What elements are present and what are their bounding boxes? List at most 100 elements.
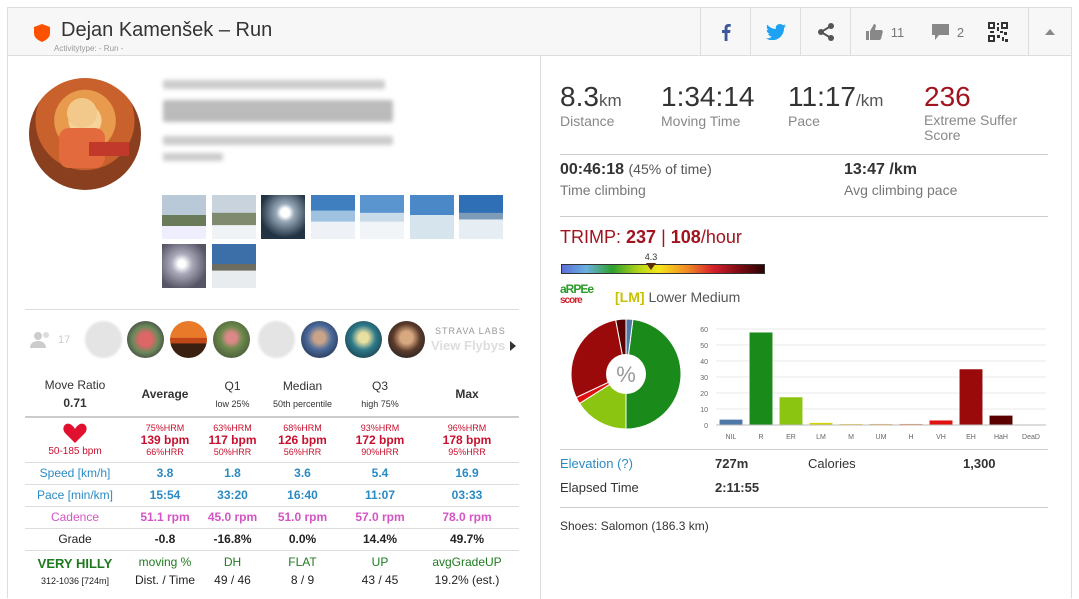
chevron-right-icon[interactable] bbox=[510, 341, 516, 351]
divider bbox=[560, 449, 1048, 450]
flyby-avatar[interactable] bbox=[301, 321, 338, 358]
divider bbox=[560, 507, 1048, 508]
donut-center-label: % bbox=[616, 362, 636, 387]
elapsed-time-label: Elapsed Time bbox=[560, 480, 639, 495]
up-value: 43 / 45 bbox=[361, 573, 399, 588]
athlete-avatar[interactable] bbox=[29, 78, 141, 190]
stat-time-climbing: 00:46:18 (45% of time) Time climbing bbox=[560, 161, 712, 198]
photo-thumbnail[interactable] bbox=[261, 195, 305, 239]
table-row-speed: Speed [km/h] 3.8 1.8 3.6 5.4 16.9 bbox=[25, 462, 519, 485]
move-ratio-label: Move Ratio bbox=[44, 377, 106, 392]
hr-cell: 75%HRM 139 bpm 66%HRR bbox=[125, 417, 205, 463]
hr-pct-reserve: 95%HRR bbox=[448, 446, 486, 457]
x-tick-label: LM bbox=[816, 434, 826, 441]
kudos-button[interactable]: 11 bbox=[850, 8, 918, 56]
hilly-grade-cell: avgGradeUP 19.2% (est.) bbox=[415, 550, 519, 592]
comments-button[interactable]: 2 bbox=[918, 8, 978, 56]
avg-grade-up-label: avgGradeUP bbox=[432, 555, 502, 570]
cadence-value: 78.0 rpm bbox=[415, 506, 519, 529]
q1-sublabel: low 25% bbox=[215, 398, 250, 409]
stat-distance: 8.3km Distance bbox=[560, 81, 622, 129]
hr-bpm: 117 bpm bbox=[208, 432, 257, 447]
collapse-button[interactable] bbox=[1028, 8, 1071, 56]
speed-label: Speed [km/h] bbox=[25, 462, 125, 485]
flat-value: 8 / 9 bbox=[290, 573, 315, 588]
hr-label-cell: 50-185 bpm bbox=[25, 417, 125, 463]
x-tick-label: EH bbox=[966, 434, 976, 441]
flyby-avatar[interactable] bbox=[213, 321, 250, 358]
photo-thumbnail[interactable] bbox=[311, 195, 355, 239]
stat-moving-time: 1:34:14 Moving Time bbox=[661, 81, 754, 129]
flyby-avatar[interactable] bbox=[170, 321, 207, 358]
trimp-marker-icon bbox=[645, 263, 656, 270]
activity-header: Dejan Kamenšek – Run Activitytype: - Run… bbox=[8, 8, 1071, 56]
blurred-date bbox=[163, 80, 385, 89]
strava-labs-label: STRAVA LABS bbox=[435, 326, 506, 336]
pace-value: 03:33 bbox=[415, 484, 519, 507]
dh-value: 49 / 46 bbox=[214, 573, 251, 588]
twitter-button[interactable] bbox=[750, 8, 800, 56]
col-q3: Q3 high 75% bbox=[345, 371, 415, 418]
hr-range: 50-185 bpm bbox=[48, 445, 102, 457]
blurred-description-line bbox=[163, 153, 223, 161]
arpee-code: [LM] bbox=[615, 289, 645, 305]
flyby-avatar[interactable] bbox=[388, 321, 425, 358]
pace-value: 11:07 bbox=[345, 484, 415, 507]
photo-thumbnail[interactable] bbox=[162, 244, 206, 288]
x-tick-label: NIL bbox=[726, 434, 737, 441]
table-row-pace: Pace [min/km] 15:54 33:20 16:40 11:07 03… bbox=[25, 484, 519, 507]
hr-bpm: 139 bpm bbox=[140, 432, 190, 447]
trimp-line: TRIMP: 237 | 108/hour bbox=[560, 227, 742, 248]
heart-icon bbox=[63, 423, 87, 443]
x-tick-label: UM bbox=[876, 434, 887, 441]
flyby-avatar[interactable] bbox=[127, 321, 164, 358]
shield-icon bbox=[34, 24, 50, 42]
shoes-info: Shoes: Salomon (186.3 km) bbox=[560, 519, 709, 533]
photo-thumbnail[interactable] bbox=[360, 195, 404, 239]
table-row-grade: Grade -0.8 -16.8% 0.0% 14.4% 49.7% bbox=[25, 528, 519, 551]
share-icon bbox=[817, 23, 834, 41]
bar-nil bbox=[719, 419, 743, 426]
elevation-link[interactable]: Elevation (?) bbox=[560, 456, 633, 471]
grade-value: -0.8 bbox=[125, 528, 205, 551]
arpee-logo: aRPEe score bbox=[560, 283, 606, 306]
divider bbox=[25, 309, 519, 310]
photo-thumbnail[interactable] bbox=[162, 195, 206, 239]
facebook-button[interactable] bbox=[700, 8, 750, 56]
flyby-avatar[interactable] bbox=[85, 321, 122, 358]
stat-pace: 11:17/km Pace bbox=[788, 81, 883, 129]
caret-up-icon bbox=[1045, 29, 1055, 35]
climb-time-label: Time climbing bbox=[560, 182, 646, 198]
hilly-head-cell: moving % Dist. / Time bbox=[125, 550, 205, 592]
calories-label: Calories bbox=[808, 456, 856, 471]
move-ratio-value: 0.71 bbox=[63, 395, 87, 410]
photo-thumbnail[interactable] bbox=[212, 244, 256, 288]
x-tick-label: ER bbox=[786, 434, 796, 441]
pace-unit: /km bbox=[856, 91, 884, 110]
x-tick-label: DeaD bbox=[1022, 434, 1040, 441]
climb-time-value: 00:46:18 bbox=[560, 161, 625, 178]
flyby-avatar[interactable] bbox=[345, 321, 382, 358]
photo-thumbnail[interactable] bbox=[212, 195, 256, 239]
y-tick-label: 60 bbox=[700, 327, 708, 334]
climb-pace-value: 13:47 /km bbox=[844, 161, 917, 178]
climb-pace-label: Avg climbing pace bbox=[844, 182, 958, 198]
zone-bar-chart: 0 10 20 30 40 50 60 NIL R ER LM M UM H VH EH HaH DeaD bbox=[700, 327, 1046, 441]
hr-bpm: 126 bpm bbox=[278, 432, 327, 447]
arpee-label: Lower Medium bbox=[648, 289, 741, 305]
y-tick-label: 50 bbox=[700, 343, 708, 350]
pace-label: Pace [min/km] bbox=[25, 484, 125, 507]
trimp-separator: | bbox=[661, 227, 666, 247]
hr-cell: 93%HRM 172 bpm 90%HRR bbox=[345, 417, 415, 463]
photo-thumbnail[interactable] bbox=[459, 195, 503, 239]
cadence-value: 51.0 rpm bbox=[260, 506, 345, 529]
trimp-scale-bar bbox=[561, 264, 765, 274]
cadence-value: 45.0 rpm bbox=[205, 506, 260, 529]
hr-pct-max: 96%HRM bbox=[447, 422, 487, 433]
qr-code-button[interactable] bbox=[978, 8, 1018, 56]
flyby-count: 17 bbox=[58, 334, 71, 346]
view-flybys-link[interactable]: View Flybys bbox=[431, 338, 505, 353]
flyby-avatar[interactable] bbox=[258, 321, 295, 358]
photo-thumbnail[interactable] bbox=[410, 195, 454, 239]
share-button[interactable] bbox=[800, 8, 850, 56]
